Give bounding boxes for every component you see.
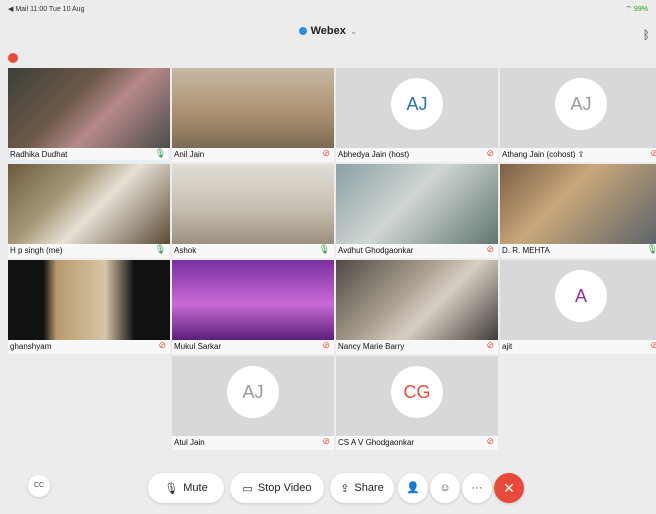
participant-name: ajit — [502, 342, 513, 351]
microphone-icon: 🎙 — [646, 244, 656, 254]
participant-name-bar: Ashok 🎙 — [172, 244, 334, 258]
microphone-icon: 🎙 — [164, 482, 179, 495]
participant-tile[interactable]: D. R. MEHTA 🎙 — [500, 164, 656, 258]
participant-tile[interactable]: Avdhut Ghodgaonkar ⊘ — [336, 164, 498, 258]
participant-video — [500, 164, 656, 244]
participants-button[interactable]: 👤 — [398, 473, 428, 503]
battery-text: 99% — [633, 6, 648, 13]
participant-name-bar: Atul Jain ⊘ — [172, 436, 334, 450]
more-options-button[interactable]: ··· — [462, 473, 492, 503]
participant-tile[interactable]: Mukul Sarkar ⊘ — [172, 260, 334, 354]
participant-avatar: CG — [391, 366, 443, 418]
participant-tile[interactable]: Anil Jain ⊘ — [172, 68, 334, 162]
muted-microphone-icon: ⊘ — [486, 244, 494, 254]
participant-tile[interactable]: Ashok 🎙 — [172, 164, 334, 258]
status-bar: ◀ Mail 11:00 Tue 10 Aug ⌔ 99% — [0, 0, 656, 18]
participant-avatar: AJ — [227, 366, 279, 418]
participant-name-bar: CS A V Ghodgaonkar ⊘ — [336, 436, 498, 450]
muted-microphone-icon: ⊘ — [158, 340, 166, 350]
muted-microphone-icon: ⊘ — [650, 340, 656, 350]
participant-name-bar: Athang Jain (cohost) ⇧ ⊘ — [500, 148, 656, 162]
participant-tile[interactable]: Aajit ⊘ — [500, 260, 656, 354]
stop-video-label: Stop Video — [257, 482, 312, 494]
participant-name: Athang Jain (cohost) ⇧ — [502, 150, 585, 159]
muted-microphone-icon: ⊘ — [322, 148, 330, 158]
share-icon: ⇪ — [340, 482, 350, 495]
participant-name-bar: H p singh (me) 🎙 — [8, 244, 170, 258]
participant-tile[interactable]: Nancy Marie Barry ⊘ — [336, 260, 498, 354]
participant-name-bar: D. R. MEHTA 🎙 — [500, 244, 656, 258]
muted-microphone-icon: ⊘ — [322, 340, 330, 350]
participant-tile[interactable]: AJ Atul Jain ⊘ — [172, 356, 334, 450]
participant-name: Radhika Dudhat — [10, 150, 68, 159]
participant-name: H p singh (me) — [10, 246, 63, 255]
participant-name: Abhedya Jain (host) — [338, 150, 410, 159]
camera-icon: ▭ — [242, 482, 253, 495]
status-right: ⌔ 99% — [625, 5, 648, 14]
participants-icon: 👤 — [406, 482, 420, 494]
participant-video — [8, 68, 170, 148]
webex-logo-icon — [298, 27, 307, 35]
participant-name: Nancy Marie Barry — [338, 342, 405, 351]
control-bar: 🎙 Mute ▭ Stop Video ⇪ Share 👤 ☺ ··· ✕ — [0, 470, 656, 506]
participant-name-bar: Avdhut Ghodgaonkar ⊘ — [336, 244, 498, 258]
app-title-menu[interactable]: Webex ⌄ — [298, 25, 358, 37]
participant-avatar: AJ — [555, 78, 607, 130]
participant-name: Mukul Sarkar — [174, 342, 222, 351]
microphone-icon: 🎙 — [154, 244, 166, 254]
leave-meeting-button[interactable]: ✕ — [494, 473, 524, 503]
participant-tile[interactable]: AJ Abhedya Jain (host) ⊘ — [336, 68, 498, 162]
reactions-button[interactable]: ☺ — [430, 473, 460, 503]
muted-microphone-icon: ⊘ — [322, 436, 330, 446]
participant-tile[interactable]: Radhika Dudhat 🎙 — [8, 68, 170, 162]
participant-video — [336, 260, 498, 340]
muted-microphone-icon: ⊘ — [486, 436, 494, 446]
participant-name-bar: Abhedya Jain (host) ⊘ — [336, 148, 498, 162]
status-left: ◀ Mail 11:00 Tue 10 Aug — [8, 6, 85, 13]
participant-tile[interactable]: AJ Athang Jain (cohost) ⇧ ⊘ — [500, 68, 656, 162]
participant-name-bar: Nancy Marie Barry ⊘ — [336, 340, 498, 354]
share-label: Share — [354, 482, 384, 494]
bluetooth-icon[interactable]: ᛒ — [643, 28, 650, 42]
participant-video — [336, 164, 498, 244]
mute-button[interactable]: 🎙 Mute — [148, 473, 224, 503]
stop-video-button[interactable]: ▭ Stop Video — [230, 473, 324, 503]
participant-video — [172, 164, 334, 244]
recording-icon — [8, 53, 18, 63]
microphone-icon: 🎙 — [154, 148, 166, 158]
participant-name: ghanshyam — [10, 342, 52, 351]
share-button[interactable]: ⇪ Share — [330, 473, 394, 503]
participant-name-bar: Anil Jain ⊘ — [172, 148, 334, 162]
participant-name: D. R. MEHTA — [502, 246, 550, 255]
muted-microphone-icon: ⊘ — [486, 340, 494, 350]
participant-video — [172, 68, 334, 148]
participant-name-bar: Radhika Dudhat 🎙 — [8, 148, 170, 162]
participant-video — [8, 260, 170, 340]
muted-microphone-icon: ⊘ — [486, 148, 494, 158]
participant-avatar: AJ — [391, 78, 443, 130]
participant-tile[interactable]: CG CS A V Ghodgaonkar ⊘ — [336, 356, 498, 450]
participant-video — [8, 164, 170, 244]
title-bar: Webex ⌄ — [0, 22, 656, 46]
reactions-icon: ☺ — [439, 482, 451, 494]
participant-name-bar: ghanshyam ⊘ — [8, 340, 170, 354]
chevron-down-icon: ⌄ — [349, 25, 358, 36]
mute-label: Mute — [183, 482, 208, 494]
participant-video — [172, 260, 334, 340]
participant-name-bar: Mukul Sarkar ⊘ — [172, 340, 334, 354]
app-title: Webex — [310, 25, 346, 37]
microphone-icon: 🎙 — [318, 244, 330, 254]
participant-name-bar: ajit ⊘ — [500, 340, 656, 354]
muted-microphone-icon: ⊘ — [650, 148, 656, 158]
participant-name: Ashok — [174, 246, 197, 255]
participant-avatar: A — [555, 270, 607, 322]
participant-name: Anil Jain — [174, 150, 205, 159]
participant-name: Avdhut Ghodgaonkar — [338, 246, 414, 255]
participant-tile[interactable]: ghanshyam ⊘ — [8, 260, 170, 354]
participant-tile[interactable]: H p singh (me) 🎙 — [8, 164, 170, 258]
participant-name: CS A V Ghodgaonkar — [338, 438, 415, 447]
participant-name: Atul Jain — [174, 438, 205, 447]
wifi-icon: ⌔ — [625, 6, 633, 13]
